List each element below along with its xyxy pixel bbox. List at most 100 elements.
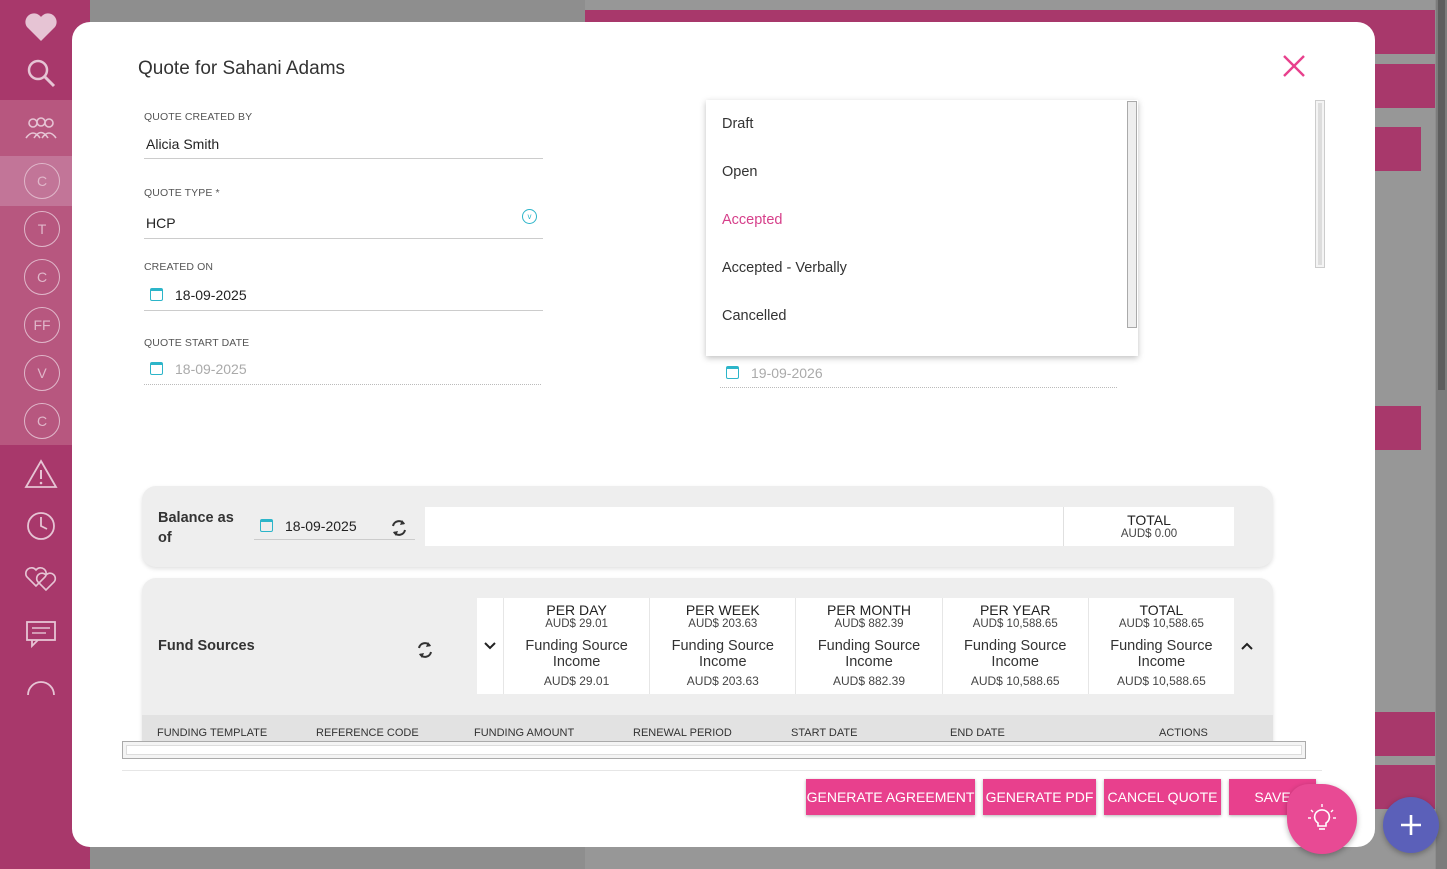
balance-section: Balance as of 18-09-2025 TOTAL AUD$ 0.00: [142, 486, 1273, 567]
start-date-field: QUOTE START DATE 18-09-2025: [144, 337, 541, 385]
balance-total: TOTAL AUD$ 0.00: [1063, 507, 1234, 546]
created-by-value: Alicia Smith: [144, 133, 543, 159]
chevron-down-icon[interactable]: v: [522, 209, 537, 224]
fund-col-header: PER DAY: [546, 602, 607, 618]
hearts-icon[interactable]: [22, 560, 60, 598]
fund-col-header: PER YEAR: [979, 602, 1051, 618]
horizontal-scrollbar[interactable]: [122, 741, 1306, 759]
generate-agreement-button[interactable]: GENERATE AGREEMENT: [806, 779, 975, 815]
fund-col-per-day: PER DAY AUD$ 29.01 Funding Source Income…: [503, 598, 650, 694]
end-date-input: 19-09-2026: [720, 358, 1117, 388]
cancel-quote-button[interactable]: CANCEL QUOTE: [1104, 779, 1221, 815]
calendar-icon: [260, 519, 273, 532]
refresh-icon[interactable]: [415, 640, 435, 660]
fund-col-source-value: AUD$ 882.39: [832, 674, 906, 688]
status-option-draft[interactable]: Draft: [706, 100, 1138, 148]
chevron-down-icon[interactable]: [477, 598, 503, 694]
quote-type-field[interactable]: QUOTE TYPE * HCP v: [144, 187, 543, 239]
fund-col-header: PER WEEK: [685, 602, 760, 618]
close-icon[interactable]: [1282, 54, 1308, 80]
background-bar: [1375, 64, 1435, 108]
fund-col-value: AUD$ 29.01: [545, 618, 608, 630]
footer-divider: [122, 770, 1322, 771]
fund-col-source-value: AUD$ 10,588.65: [1117, 674, 1206, 688]
fund-col-source-value: AUD$ 203.63: [686, 674, 759, 688]
status-dropdown-menu[interactable]: Draft Open Accepted Accepted - Verbally …: [706, 100, 1138, 356]
calendar-icon: [150, 362, 163, 375]
quote-modal: Quote for Sahani Adams QUOTE CREATED BY …: [72, 22, 1375, 847]
fund-col-per-year: PER YEAR AUD$ 10,588.65 Funding Source I…: [941, 598, 1088, 694]
status-option-accepted[interactable]: Accepted: [706, 196, 1138, 244]
fund-col-value: AUD$ 882.39: [834, 618, 904, 630]
fund-summary: PER DAY AUD$ 29.01 Funding Source Income…: [503, 598, 1235, 694]
status-option-accepted-verbally[interactable]: Accepted - Verbally: [706, 244, 1138, 292]
created-on-label: CREATED ON: [144, 261, 214, 273]
created-by-label: QUOTE CREATED BY: [144, 111, 253, 123]
fund-col-value: AUD$ 10,588.65: [1118, 618, 1204, 630]
column-header: RENEWAL PERIOD: [633, 727, 732, 739]
background-bar: [1375, 406, 1421, 450]
chevron-up-icon[interactable]: [1234, 598, 1260, 694]
status-option-cancelled[interactable]: Cancelled: [706, 292, 1138, 340]
column-header: ACTIONS: [1159, 727, 1208, 739]
background-bar: [1375, 127, 1421, 171]
sidebar-initial[interactable]: C: [24, 259, 60, 295]
balance-total-label: TOTAL: [1127, 512, 1171, 528]
column-header: FUNDING TEMPLATE: [157, 727, 268, 739]
fund-col-source: Funding Source Income: [817, 638, 921, 670]
column-header: FUNDING AMOUNT: [474, 727, 575, 739]
fund-sources-section: Fund Sources PER DAY AUD$ 29.01 Funding …: [142, 578, 1273, 748]
generate-pdf-button[interactable]: GENERATE PDF: [983, 779, 1096, 815]
page-scrollbar[interactable]: [1436, 0, 1447, 869]
quote-type-label: QUOTE TYPE *: [144, 187, 220, 199]
balance-bar: [425, 507, 1063, 546]
sidebar-initial[interactable]: C: [24, 163, 60, 199]
quote-type-select[interactable]: HCP: [144, 211, 543, 239]
modal-title: Quote for Sahani Adams: [138, 58, 346, 79]
fund-col-value: AUD$ 10,588.65: [972, 618, 1058, 630]
end-date-value: 19-09-2026: [751, 364, 823, 381]
fund-col-per-month: PER MONTH AUD$ 882.39 Funding Source Inc…: [795, 598, 942, 694]
modal-scrollbar[interactable]: [1315, 100, 1325, 268]
sidebar-initial[interactable]: T: [24, 211, 60, 247]
lightbulb-icon: [1308, 804, 1336, 830]
status-option-open[interactable]: Open: [706, 148, 1138, 196]
fund-col-header: PER MONTH: [827, 602, 911, 618]
column-header: REFERENCE CODE: [316, 727, 419, 739]
fund-col-source-value: AUD$ 10,588.65: [970, 674, 1060, 688]
lightbulb-button[interactable]: [1287, 784, 1357, 854]
sidebar-initial[interactable]: FF: [24, 307, 60, 343]
heart-icon[interactable]: [22, 8, 60, 46]
fund-col-per-week: PER WEEK AUD$ 203.63 Funding Source Inco…: [649, 598, 796, 694]
created-by-field: QUOTE CREATED BY Alicia Smith: [144, 111, 543, 159]
sidebar-initial[interactable]: C: [24, 403, 60, 439]
warning-icon[interactable]: [22, 455, 60, 493]
fund-sources-title: Fund Sources: [158, 638, 255, 654]
background-bar: [1375, 712, 1435, 756]
column-header: END DATE: [950, 727, 1005, 739]
fund-col-header: TOTAL: [1139, 602, 1184, 618]
search-icon[interactable]: [22, 54, 60, 92]
clock-icon[interactable]: [22, 507, 60, 545]
fund-col-value: AUD$ 203.63: [688, 618, 758, 630]
calendar-icon: [726, 366, 739, 379]
sidebar-initial[interactable]: V: [24, 355, 60, 391]
fund-col-total: TOTAL AUD$ 10,588.65 Funding Source Inco…: [1087, 598, 1235, 694]
start-date-value: 18-09-2025: [175, 360, 247, 377]
fund-col-source: Funding Source Income: [1110, 638, 1213, 670]
dropdown-scrollbar[interactable]: [1127, 101, 1137, 328]
created-on-field[interactable]: CREATED ON 18-09-2025: [144, 261, 543, 311]
balance-label: Balance as of: [158, 510, 234, 546]
created-on-input[interactable]: 18-09-2025: [144, 283, 543, 311]
gauge-icon[interactable]: [22, 668, 60, 706]
add-button[interactable]: [1383, 797, 1439, 853]
plus-icon: [1401, 815, 1421, 835]
calendar-icon: [150, 288, 163, 301]
fund-col-source: Funding Source Income: [964, 638, 1067, 670]
people-icon[interactable]: [22, 109, 60, 147]
fund-col-source: Funding Source Income: [525, 638, 628, 670]
balance-total-value: AUD$ 0.00: [1120, 528, 1178, 540]
start-date-input: 18-09-2025: [144, 357, 541, 385]
chat-icon[interactable]: [22, 615, 60, 653]
refresh-icon[interactable]: [389, 518, 409, 538]
